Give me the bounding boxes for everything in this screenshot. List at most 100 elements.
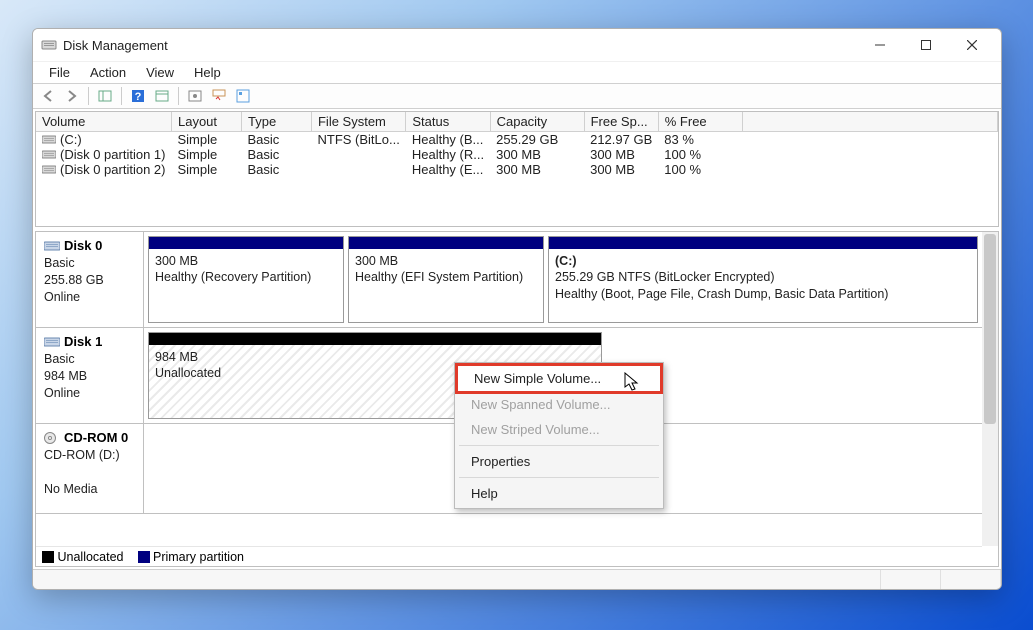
- vol-pct: 83 %: [658, 132, 742, 148]
- disk-state: No Media: [44, 481, 135, 498]
- back-button[interactable]: [37, 86, 59, 106]
- vol-type: Basic: [241, 162, 311, 177]
- legend: Unallocated Primary partition: [36, 546, 982, 566]
- disk-label: CD-ROM 0CD-ROM (D:) No Media: [36, 424, 144, 513]
- hdd-icon: [44, 336, 60, 351]
- vol-fs: [311, 162, 405, 177]
- close-button[interactable]: [949, 29, 995, 61]
- table-row[interactable]: (Disk 0 partition 1)SimpleBasicHealthy (…: [36, 147, 998, 162]
- context-menu-item[interactable]: Help: [455, 481, 663, 506]
- table-row[interactable]: (Disk 0 partition 2) SimpleBasic Healthy (…: [36, 162, 998, 177]
- graphical-view: Disk 0Basic255.88 GBOnline300 MBHealthy …: [35, 231, 999, 567]
- disk-name: CD-ROM 0: [64, 430, 128, 445]
- disk-type: Basic: [44, 351, 135, 368]
- vol-free: 300 MB: [584, 147, 658, 162]
- vol-capacity: 300 MB: [490, 162, 584, 177]
- vol-name: (C:): [60, 132, 82, 147]
- settings-top-icon[interactable]: [208, 86, 230, 106]
- disk-label: Disk 1 Basic984 MBOnline: [36, 328, 144, 423]
- drive-icon: [42, 133, 56, 144]
- col-freespace[interactable]: Free Sp...: [584, 112, 658, 132]
- vol-status: Healthy (R...: [406, 147, 490, 162]
- disk-partitions: 300 MBHealthy (Recovery Partition)300 MB…: [144, 232, 998, 327]
- col-layout[interactable]: Layout: [171, 112, 241, 132]
- window-title: Disk Management: [63, 38, 168, 53]
- disk-state: Online: [44, 385, 135, 402]
- col-status[interactable]: Status: [406, 112, 490, 132]
- disk-type: Basic: [44, 255, 135, 272]
- column-headers: Volume Layout Type File System Status Ca…: [36, 112, 998, 132]
- disk-management-window: Disk Management File Action View Help ?: [32, 28, 1002, 590]
- vol-type: Basic: [241, 132, 311, 148]
- forward-button[interactable]: [61, 86, 83, 106]
- partition-body: 300 MBHealthy (EFI System Partition): [349, 249, 543, 290]
- partition[interactable]: 300 MBHealthy (EFI System Partition): [348, 236, 544, 323]
- disk-row: Disk 0Basic255.88 GBOnline300 MBHealthy …: [36, 232, 998, 328]
- drive-icon: [42, 148, 56, 159]
- hdd-icon: [44, 240, 60, 255]
- partition-bar: [149, 237, 343, 249]
- menu-help[interactable]: Help: [184, 63, 231, 82]
- properties-icon[interactable]: [151, 86, 173, 106]
- vol-layout: Simple: [171, 162, 241, 177]
- context-menu: New Simple Volume...New Spanned Volume..…: [454, 362, 664, 509]
- disk-size: 984 MB: [44, 368, 135, 385]
- status-cell-2: [881, 570, 941, 589]
- titlebar: Disk Management: [33, 29, 1001, 61]
- col-type[interactable]: Type: [241, 112, 311, 132]
- vol-free: 212.97 GB: [584, 132, 658, 148]
- scrollbar-thumb[interactable]: [984, 234, 996, 424]
- vol-layout: Simple: [171, 147, 241, 162]
- toolbar: ?: [33, 83, 1001, 109]
- help-icon[interactable]: ?: [127, 86, 149, 106]
- vol-type: Basic: [241, 147, 311, 162]
- partition-body: 300 MBHealthy (Recovery Partition): [149, 249, 343, 290]
- show-hide-console-tree-icon[interactable]: [94, 86, 116, 106]
- svg-text:?: ?: [135, 91, 142, 103]
- vol-capacity: 300 MB: [490, 147, 584, 162]
- drive-icon: [42, 163, 56, 174]
- context-menu-item[interactable]: Properties: [455, 449, 663, 474]
- minimize-button[interactable]: [857, 29, 903, 61]
- context-menu-item[interactable]: New Simple Volume...: [455, 363, 663, 394]
- statusbar: [33, 569, 1001, 589]
- legend-unallocated: Unallocated: [57, 550, 123, 564]
- menubar: File Action View Help: [33, 61, 1001, 83]
- partition[interactable]: (C:)255.29 GB NTFS (BitLocker Encrypted)…: [548, 236, 978, 323]
- disk-state: Online: [44, 289, 135, 306]
- menu-file[interactable]: File: [39, 63, 80, 82]
- vol-free: 300 MB: [584, 162, 658, 177]
- disk-name: Disk 0: [64, 238, 102, 253]
- col-volume[interactable]: Volume: [36, 112, 171, 132]
- vol-fs: NTFS (BitLo...: [311, 132, 405, 148]
- partition[interactable]: 300 MBHealthy (Recovery Partition): [148, 236, 344, 323]
- partition-bar: [149, 333, 601, 345]
- maximize-button[interactable]: [903, 29, 949, 61]
- table-row[interactable]: (C:) SimpleBasicNTFS (BitLo...Healthy (B.…: [36, 132, 998, 148]
- refresh-icon[interactable]: [184, 86, 206, 106]
- graphical-scrollbar[interactable]: [982, 232, 998, 546]
- context-menu-item: New Spanned Volume...: [455, 392, 663, 417]
- vol-pct: 100 %: [658, 162, 742, 177]
- vol-status: Healthy (E...: [406, 162, 490, 177]
- vol-name: (Disk 0 partition 2): [60, 162, 165, 177]
- col-filesystem[interactable]: File System: [311, 112, 405, 132]
- vol-status: Healthy (B...: [406, 132, 490, 148]
- settings-bottom-icon[interactable]: [232, 86, 254, 106]
- status-cell-1: [33, 570, 881, 589]
- menu-view[interactable]: View: [136, 63, 184, 82]
- cdrom-icon: [44, 432, 60, 447]
- volumes-table: Volume Layout Type File System Status Ca…: [35, 111, 999, 227]
- vol-layout: Simple: [171, 132, 241, 148]
- col-capacity[interactable]: Capacity: [490, 112, 584, 132]
- partition-bar: [349, 237, 543, 249]
- menu-action[interactable]: Action: [80, 63, 136, 82]
- col-blank: [742, 112, 997, 132]
- disk-name: Disk 1: [64, 334, 102, 349]
- vol-capacity: 255.29 GB: [490, 132, 584, 148]
- vol-pct: 100 %: [658, 147, 742, 162]
- app-icon: [41, 37, 57, 53]
- legend-primary: Primary partition: [153, 550, 244, 564]
- status-cell-3: [941, 570, 1001, 589]
- col-pctfree[interactable]: % Free: [658, 112, 742, 132]
